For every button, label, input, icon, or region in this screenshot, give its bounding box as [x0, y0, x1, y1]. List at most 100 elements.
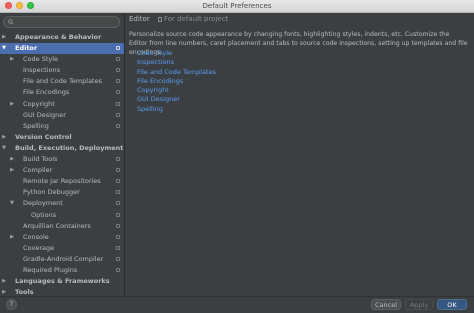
sidebar-item-compiler[interactable]: ▶ Compiler — [0, 165, 124, 176]
project-settings-icon — [116, 101, 120, 106]
chevron-right-icon[interactable]: ▶ — [1, 32, 7, 43]
sidebar-item-label: Arquillian Containers — [23, 221, 91, 230]
project-settings-icon — [116, 123, 120, 128]
sidebar-item-label: Build Tools — [23, 155, 58, 164]
sidebar-item-gui-designer[interactable]: GUI Designer — [0, 110, 124, 121]
sidebar-item-label: GUI Designer — [23, 110, 66, 119]
sidebar-item-build-tools[interactable]: ▶ Build Tools — [0, 154, 124, 165]
project-icon — [157, 17, 162, 22]
project-settings-icon — [116, 234, 120, 239]
sidebar-item-label: File Encodings — [23, 88, 70, 97]
link-copyright[interactable]: Copyright — [137, 86, 216, 95]
chevron-right-icon[interactable]: ▶ — [1, 276, 7, 287]
breadcrumb-title: Editor — [129, 15, 150, 23]
chevron-right-icon[interactable]: ▶ — [1, 132, 7, 143]
sidebar-item-label: Spelling — [23, 121, 49, 130]
sidebar-item-coverage[interactable]: Coverage — [0, 243, 124, 254]
project-settings-icon — [116, 179, 120, 184]
sidebar-item-label: Console — [23, 232, 49, 241]
sidebar-item-label: Python Debugger — [23, 188, 80, 197]
sidebar-item-required-plugins[interactable]: Required Plugins — [0, 265, 124, 276]
chevron-right-icon[interactable]: ▶ — [9, 99, 15, 110]
settings-sidebar: ▶ Appearance & Behavior ▼ Editor ▶ Code Style… — [0, 13, 125, 296]
dialog-footer: ? Cancel Apply OK — [0, 296, 474, 313]
sidebar-item-build-execution-deployment[interactable]: ▼ Build, Execution, Deployment — [0, 143, 124, 154]
sidebar-item-remote-jar-repositories[interactable]: Remote Jar Repositories — [0, 176, 124, 187]
project-settings-icon — [116, 112, 120, 117]
chevron-down-icon[interactable]: ▼ — [9, 198, 15, 209]
window-title: Default Preferences — [202, 2, 272, 10]
project-settings-icon — [116, 57, 120, 62]
sidebar-item-options[interactable]: Options — [0, 210, 124, 221]
sidebar-item-label: Coverage — [23, 243, 55, 252]
sidebar-item-label: File and Code Templates — [23, 77, 102, 86]
sidebar-item-arquillian-containers[interactable]: Arquillian Containers — [0, 221, 124, 232]
sidebar-item-copyright[interactable]: ▶ Copyright — [0, 99, 124, 110]
chevron-right-icon[interactable]: ▶ — [9, 165, 15, 176]
sidebar-item-label: Code Style — [23, 55, 59, 64]
project-settings-icon — [116, 190, 120, 195]
project-settings-icon — [116, 212, 120, 217]
cancel-button[interactable]: Cancel — [371, 299, 401, 310]
search-input[interactable] — [3, 16, 120, 28]
settings-content: Editor For default project Personalize s… — [125, 13, 474, 296]
sidebar-item-label: Appearance & Behavior — [15, 33, 102, 41]
sidebar-item-appearance-behavior[interactable]: ▶ Appearance & Behavior — [0, 32, 124, 43]
sidebar-item-languages-frameworks[interactable]: ▶ Languages & Frameworks — [0, 276, 124, 287]
sidebar-item-gradle-android-compiler[interactable]: Gradle-Android Compiler — [0, 254, 124, 265]
link-code-style[interactable]: Code Style — [137, 49, 216, 58]
sidebar-item-deployment[interactable]: ▼ Deployment — [0, 198, 124, 209]
sidebar-item-label: Inspections — [23, 66, 60, 75]
sidebar-item-spelling[interactable]: Spelling — [0, 121, 124, 132]
sidebar-item-console[interactable]: ▶ Console — [0, 232, 124, 243]
sidebar-item-label: Remote Jar Repositories — [23, 177, 101, 186]
breadcrumb: Editor For default project — [129, 15, 228, 23]
chevron-right-icon[interactable]: ▶ — [9, 154, 15, 165]
sidebar-item-code-style[interactable]: ▶ Code Style — [0, 54, 124, 65]
settings-tree: ▶ Appearance & Behavior ▼ Editor ▶ Code Style… — [0, 32, 124, 298]
project-scope: For default project — [157, 15, 229, 23]
title-bar: Default Preferences — [0, 0, 474, 13]
help-button[interactable]: ? — [6, 299, 17, 310]
project-settings-icon — [116, 79, 120, 84]
sidebar-item-label: Build, Execution, Deployment — [15, 143, 124, 152]
project-settings-icon — [116, 157, 120, 162]
sidebar-item-label: Version Control — [15, 132, 72, 141]
link-gui-designer[interactable]: GUI Designer — [137, 95, 216, 104]
link-inspections[interactable]: Inspections — [137, 58, 216, 67]
sidebar-item-file-encodings[interactable]: File Encodings — [0, 87, 124, 98]
sidebar-item-version-control[interactable]: ▶ Version Control — [0, 132, 124, 143]
sidebar-item-label: Options — [31, 210, 57, 219]
project-settings-icon — [116, 267, 120, 272]
project-scope-label: For default project — [163, 15, 229, 23]
editor-links: Code Style Inspections File and Code Templ… — [137, 49, 216, 114]
sidebar-item-label: Languages & Frameworks — [15, 277, 110, 286]
project-settings-icon — [116, 68, 120, 73]
project-settings-icon — [116, 201, 120, 206]
project-settings-icon — [116, 223, 120, 228]
sidebar-item-file-and-code-templates[interactable]: File and Code Templates — [0, 76, 124, 87]
search-icon — [8, 19, 14, 25]
project-settings-icon — [116, 245, 120, 250]
sidebar-item-label: Gradle-Android Compiler — [23, 254, 104, 263]
ok-button[interactable]: OK — [437, 299, 467, 310]
link-file-and-code-templates[interactable]: File and Code Templates — [137, 68, 216, 77]
project-settings-icon — [116, 168, 120, 173]
sidebar-item-label: Deployment — [23, 199, 63, 208]
sidebar-item-inspections[interactable]: Inspections — [0, 65, 124, 76]
apply-button[interactable]: Apply — [405, 299, 433, 310]
sidebar-item-python-debugger[interactable]: Python Debugger — [0, 187, 124, 198]
sidebar-item-label: Editor — [15, 44, 38, 53]
sidebar-item-label: Copyright — [23, 99, 55, 108]
chevron-right-icon[interactable]: ▶ — [9, 54, 15, 65]
link-spelling[interactable]: Spelling — [137, 105, 216, 114]
chevron-right-icon[interactable]: ▶ — [9, 232, 15, 243]
project-settings-icon — [116, 90, 120, 95]
link-file-encodings[interactable]: File Encodings — [137, 77, 216, 86]
sidebar-item-editor[interactable]: ▼ Editor — [0, 43, 124, 55]
project-settings-icon — [116, 46, 120, 51]
chevron-down-icon[interactable]: ▼ — [1, 143, 7, 154]
sidebar-item-label: Compiler — [23, 166, 53, 175]
sidebar-item-label: Required Plugins — [23, 265, 78, 274]
chevron-down-icon[interactable]: ▼ — [1, 43, 7, 54]
